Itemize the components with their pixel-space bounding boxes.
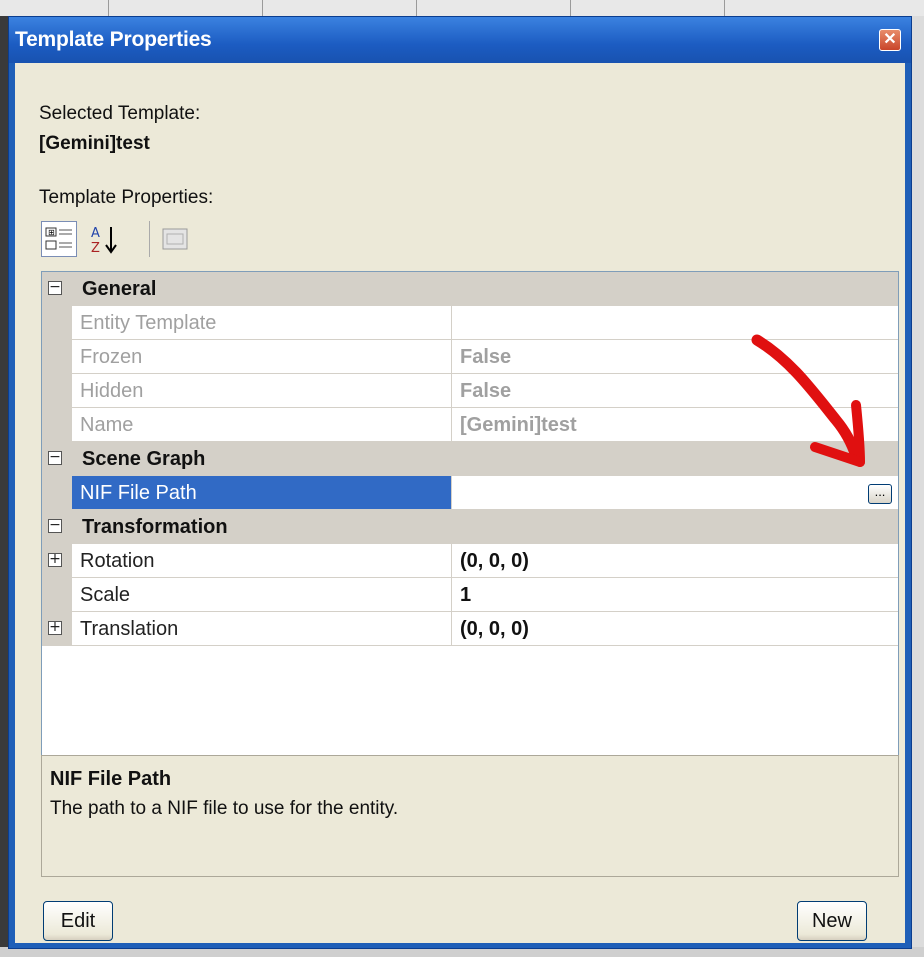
property-row-frozen[interactable]: Frozen False <box>42 340 898 374</box>
new-button[interactable]: New <box>797 901 867 941</box>
category-name: Scene Graph <box>82 448 206 470</box>
property-row-nif-file-path[interactable]: NIF File Path ... <box>42 476 898 510</box>
background-edge <box>912 16 924 957</box>
property-name: Translation <box>80 618 179 640</box>
property-row-scale[interactable]: Scale 1 <box>42 578 898 612</box>
property-name: Name <box>80 414 134 436</box>
category-name: Transformation <box>82 516 228 538</box>
svg-text:Z: Z <box>91 241 100 256</box>
close-button[interactable]: ✕ <box>879 29 901 51</box>
property-grid-toolbar: ⊞ A Z <box>41 217 241 261</box>
title-bar[interactable]: Template Properties ✕ <box>9 17 911 63</box>
property-name: NIF File Path <box>80 482 197 504</box>
property-value[interactable]: (0, 0, 0) <box>460 544 529 578</box>
property-name: Entity Template <box>80 312 217 334</box>
svg-text:⊞: ⊞ <box>48 228 55 237</box>
property-name: Hidden <box>80 380 144 402</box>
alphabetical-button[interactable]: A Z <box>85 221 121 257</box>
close-icon: ✕ <box>883 31 897 48</box>
collapse-icon[interactable]: − <box>48 518 62 533</box>
property-name: Frozen <box>80 346 143 368</box>
browse-button[interactable]: ... <box>868 484 892 504</box>
window-title: Template Properties <box>15 28 212 51</box>
description-text: The path to a NIF file to use for the en… <box>50 798 399 819</box>
category-general[interactable]: − General <box>42 272 898 306</box>
property-value: False <box>460 380 512 402</box>
property-row-translation[interactable]: + Translation (0, 0, 0) <box>42 612 898 646</box>
selected-template-label: Selected Template: <box>39 103 201 124</box>
categorized-view-icon: ⊞ <box>45 227 72 250</box>
collapse-icon[interactable]: − <box>48 280 62 295</box>
description-title: NIF File Path <box>50 768 172 790</box>
property-grid: − General Entity Template Frozen False H… <box>41 271 899 765</box>
property-name: Scale <box>80 584 131 606</box>
collapse-icon[interactable]: − <box>48 450 62 465</box>
selected-template-value: [Gemini]test <box>39 133 150 154</box>
property-row-hidden[interactable]: Hidden False <box>42 374 898 408</box>
alphabetical-sort-icon: A Z <box>91 226 117 256</box>
toolbar-separator <box>149 221 150 257</box>
property-value: [Gemini]test <box>460 414 577 436</box>
dialog-body: Selected Template: [Gemini]test Template… <box>15 63 905 943</box>
property-pages-button[interactable] <box>157 221 193 257</box>
property-value[interactable]: 1 <box>460 578 471 612</box>
svg-text:A: A <box>91 226 100 241</box>
edit-button[interactable]: Edit <box>43 901 113 941</box>
property-value[interactable]: (0, 0, 0) <box>460 612 529 646</box>
property-name: Rotation <box>80 550 155 572</box>
category-transformation[interactable]: − Transformation <box>42 510 898 544</box>
description-panel: NIF File Path The path to a NIF file to … <box>41 755 899 877</box>
expand-icon[interactable]: + <box>48 620 62 635</box>
property-value: False <box>460 346 512 368</box>
background-strip <box>0 0 924 16</box>
categorized-button[interactable]: ⊞ <box>41 221 77 257</box>
template-properties-window: Template Properties ✕ Selected Template:… <box>8 16 912 949</box>
category-scene-graph[interactable]: − Scene Graph <box>42 442 898 476</box>
properties-label: Template Properties: <box>39 187 214 208</box>
property-row-name[interactable]: Name [Gemini]test <box>42 408 898 442</box>
property-row-entity-template[interactable]: Entity Template <box>42 306 898 340</box>
property-pages-icon <box>162 228 188 250</box>
category-name: General <box>82 278 157 300</box>
property-row-rotation[interactable]: + Rotation (0, 0, 0) <box>42 544 898 578</box>
expand-icon[interactable]: + <box>48 552 62 567</box>
